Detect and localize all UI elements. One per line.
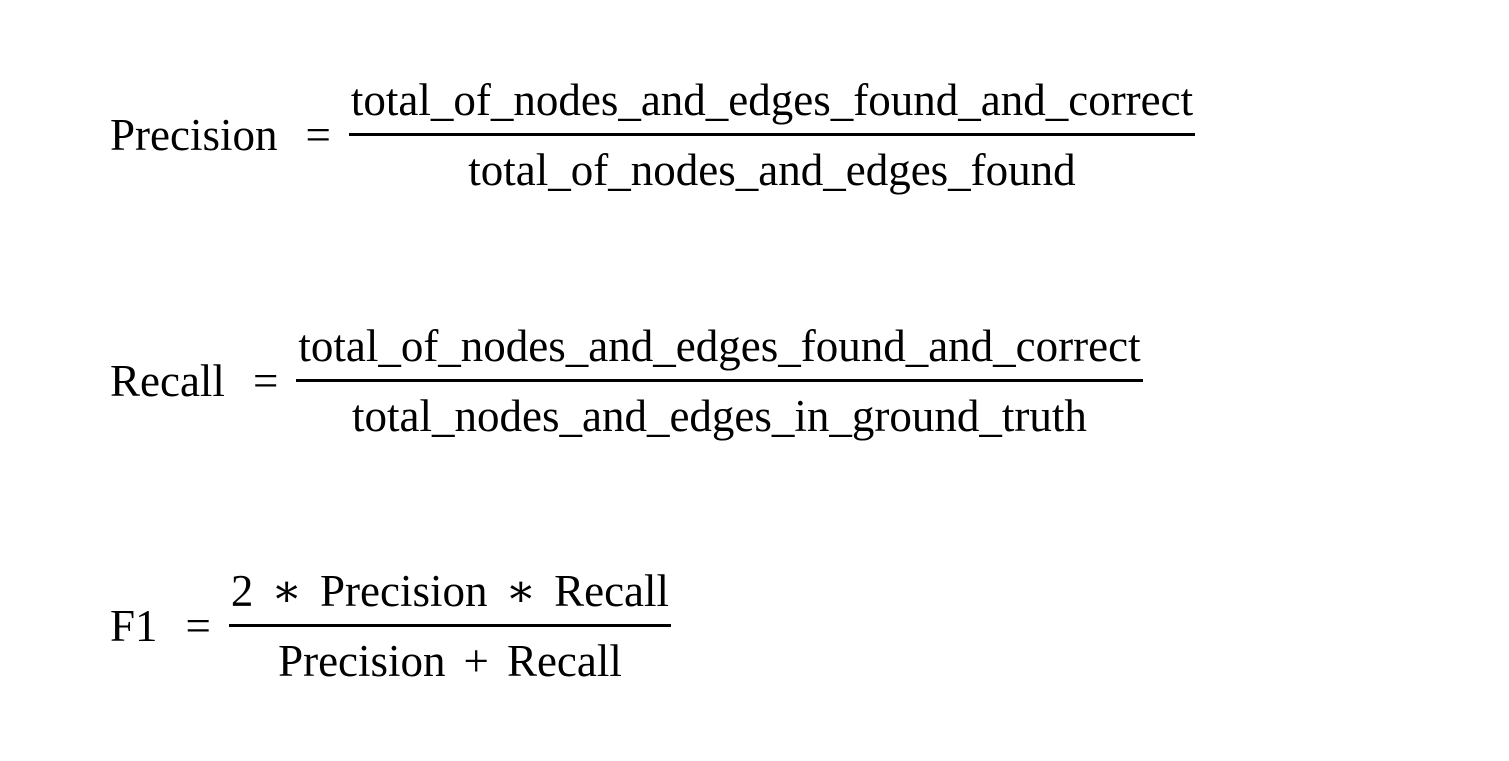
recall-denominator: total_nodes_and_edges_in_ground_truth [352, 391, 1087, 441]
precision-denominator: total_of_nodes_and_edges_found [468, 145, 1076, 195]
recall-numerator: total_of_nodes_and_edges_found_and_corre… [298, 321, 1141, 371]
f1-fraction: 2 ∗ Precision ∗ Recall Precision + Recall [228, 569, 672, 684]
precision-equation: Precision = total_of_nodes_and_edges_fou… [110, 75, 1196, 195]
f1-denominator-precision: Precision [278, 636, 446, 686]
multiply-operator: ∗ [505, 566, 537, 616]
equals-sign: = [252, 356, 279, 406]
f1-numerator: 2 ∗ Precision ∗ Recall [229, 569, 671, 624]
multiply-operator: ∗ [271, 566, 303, 616]
f1-lhs: F1 [110, 601, 158, 651]
f1-factor: 2 [230, 566, 254, 616]
equals-sign: = [185, 601, 211, 651]
recall-fraction: total_of_nodes_and_edges_found_and_corre… [296, 321, 1143, 441]
plus-operator: + [463, 636, 489, 686]
recall-equation: Recall = total_of_nodes_and_edges_found_… [110, 324, 1143, 439]
f1-numerator-precision: Precision [320, 566, 488, 616]
equals-sign: = [305, 110, 331, 160]
recall-lhs: Recall [110, 356, 225, 406]
f1-denominator-recall: Recall [506, 636, 622, 686]
precision-lhs: Precision [110, 110, 278, 160]
f1-denominator: Precision + Recall [276, 627, 624, 684]
precision-fraction: total_of_nodes_and_edges_found_and_corre… [348, 75, 1196, 195]
precision-numerator: total_of_nodes_and_edges_found_and_corre… [350, 75, 1194, 125]
f1-numerator-recall: Recall [554, 566, 670, 616]
f1-equation: F1 = 2 ∗ Precision ∗ Recall Precision + Recall [110, 569, 672, 684]
